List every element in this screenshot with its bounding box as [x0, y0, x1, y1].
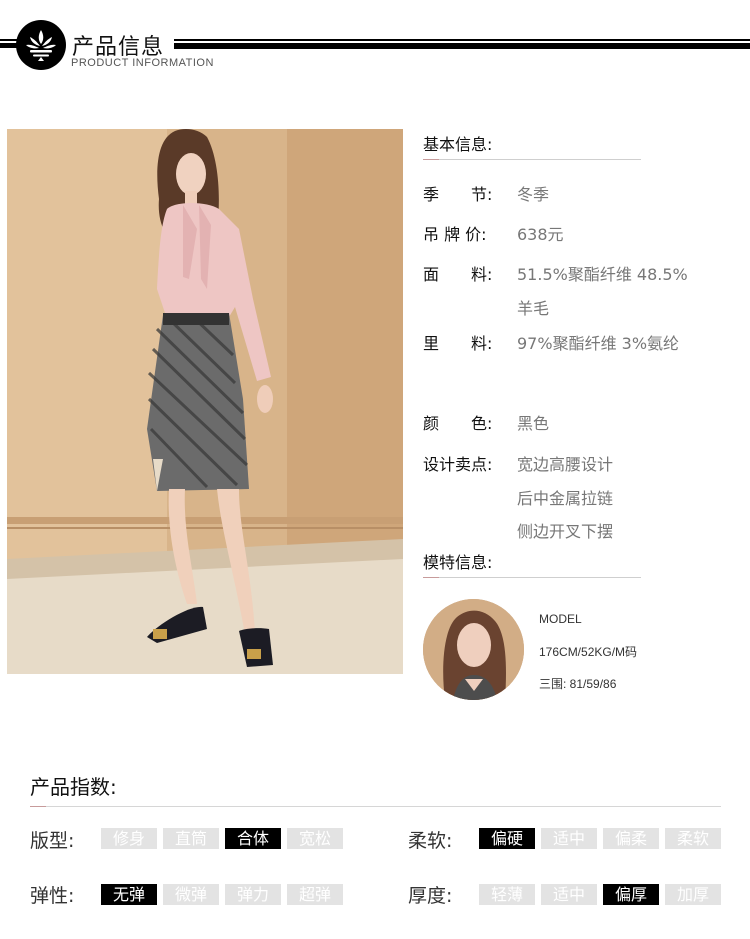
fabric-value-line1: 51.5%聚酯纤维 48.5% — [517, 265, 688, 284]
color-value: 黑色 — [517, 414, 550, 433]
color-label: 颜 色: — [423, 414, 493, 433]
design-value-line3: 侧边开叉下摆 — [517, 522, 614, 541]
model-info-divider — [423, 577, 641, 578]
elasticity-option-none: 无弹 — [101, 884, 157, 905]
design-label: 设计卖点: — [423, 455, 493, 474]
elasticity-label: 弹性: — [30, 885, 75, 907]
softness-option-medium: 适中 — [541, 828, 597, 849]
model-heading: MODEL — [539, 612, 582, 626]
fit-option-straight: 直筒 — [163, 828, 219, 849]
fit-label: 版型: — [30, 830, 75, 852]
price-value: 638元 — [517, 225, 564, 244]
thickness-option-thin: 轻薄 — [479, 884, 535, 905]
softness-option-softish: 偏柔 — [603, 828, 659, 849]
brand-logo-icon — [16, 20, 66, 70]
fit-option-slim: 修身 — [101, 828, 157, 849]
product-photo — [7, 129, 403, 674]
fabric-value-line2: 羊毛 — [517, 299, 550, 318]
thickness-label: 厚度: — [408, 885, 453, 907]
elasticity-option-stretch: 弹力 — [225, 884, 281, 905]
fit-option-regular: 合体 — [225, 828, 281, 849]
lining-label: 里 料: — [423, 334, 493, 353]
elasticity-option-slight: 微弹 — [163, 884, 219, 905]
basic-info-title: 基本信息: — [423, 135, 493, 154]
model-bust-waist-hip: 三围: 81/59/86 — [539, 677, 617, 691]
model-measurements: 176CM/52KG/M码 — [539, 645, 638, 659]
header-rule-right-thick — [174, 43, 750, 49]
product-index-divider — [30, 806, 721, 807]
model-info-title: 模特信息: — [423, 553, 493, 572]
season-label: 季 节: — [423, 185, 493, 204]
thickness-option-thick: 加厚 — [665, 884, 721, 905]
design-value-line2: 后中金属拉链 — [517, 489, 614, 508]
design-value-line1: 宽边高腰设计 — [517, 455, 614, 474]
basic-info-divider — [423, 159, 641, 160]
lining-value: 97%聚酯纤维 3%氨纶 — [517, 334, 680, 353]
model-avatar — [423, 599, 524, 700]
thickness-option-medium: 适中 — [541, 884, 597, 905]
fabric-label: 面 料: — [423, 265, 493, 284]
thickness-option-thickish: 偏厚 — [603, 884, 659, 905]
elasticity-option-super: 超弹 — [287, 884, 343, 905]
price-label: 吊 牌 价: — [423, 225, 487, 244]
softness-label: 柔软: — [408, 830, 453, 852]
fit-option-loose: 宽松 — [287, 828, 343, 849]
page-subtitle: PRODUCT INFORMATION — [71, 57, 214, 69]
header-rule-right-thin — [174, 39, 750, 41]
season-value: 冬季 — [517, 185, 550, 204]
product-index-title: 产品指数: — [30, 775, 117, 799]
softness-option-soft: 柔软 — [665, 828, 721, 849]
softness-option-stiff: 偏硬 — [479, 828, 535, 849]
